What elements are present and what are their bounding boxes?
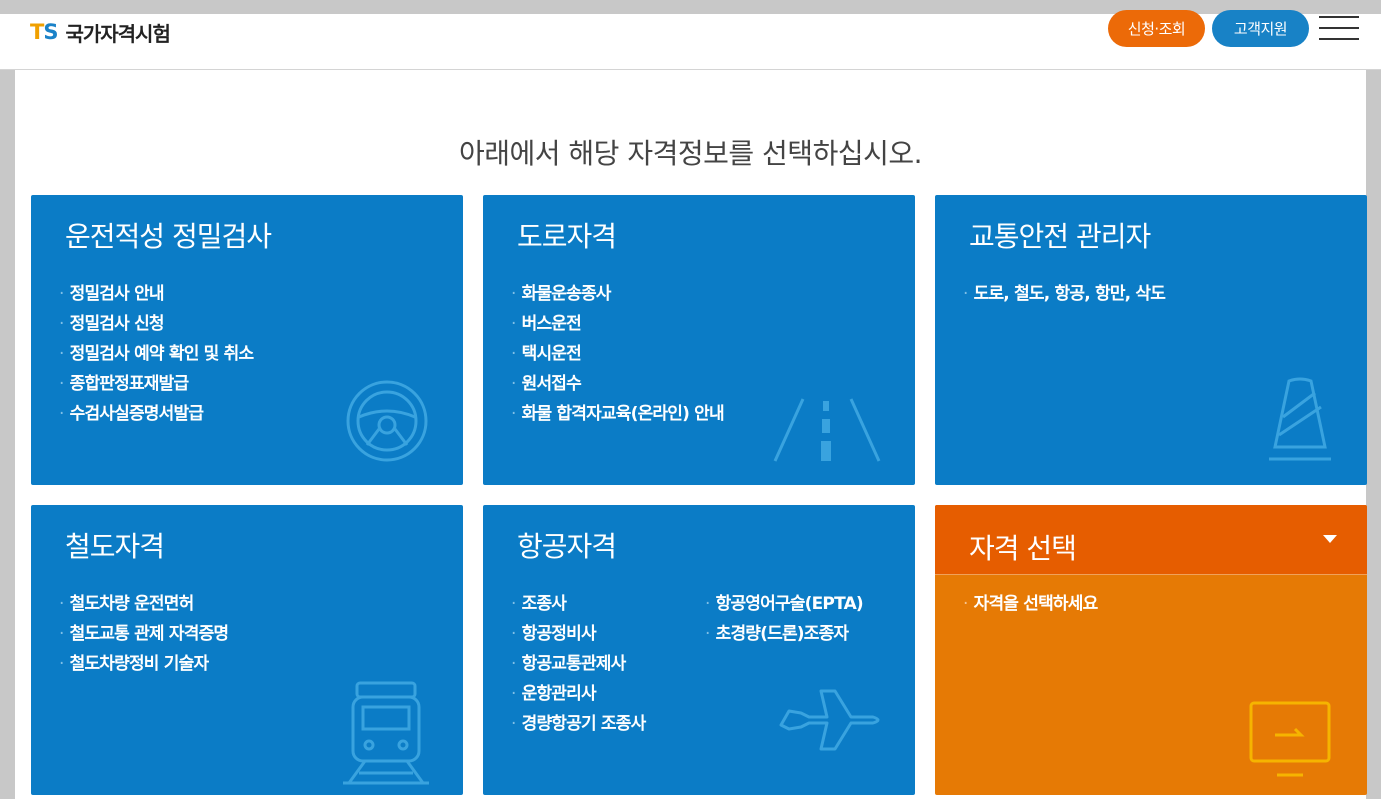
card-link[interactable]: 화물운송종사	[511, 279, 724, 309]
card-title: 철도자격	[65, 530, 165, 563]
steering-wheel-icon	[346, 380, 428, 462]
site-logo[interactable]: TS 국가자격시험	[30, 16, 171, 48]
card-link[interactable]: 철도차량정비 기술자	[59, 649, 228, 679]
card-link[interactable]: 조종사	[511, 589, 645, 619]
card-link[interactable]: 항공영어구술(EPTA)	[705, 589, 864, 619]
card-link[interactable]: 화물 합격자교육(온라인) 안내	[511, 399, 725, 429]
road-icon	[773, 398, 881, 462]
logo-text: 국가자격시험	[65, 21, 170, 46]
card-link-list: 자격을 선택하세요	[963, 589, 1099, 619]
card-link[interactable]: 경량항공기 조종사	[511, 709, 647, 739]
card-qualification-select: 자격 선택 자격을 선택하세요	[935, 505, 1367, 795]
card-link[interactable]: 철도교통 관제 자격증명	[59, 619, 229, 649]
logo-mark-t: T	[30, 20, 44, 44]
card-title: 운전적성 정밀검사	[65, 220, 272, 253]
card-link[interactable]: 수검사실증명서발급	[59, 399, 253, 429]
card-road-qualification: 도로자격 화물운송종사 버스운전 택시운전 원서접수 화물 합격자교육(온라인)…	[483, 195, 915, 485]
card-link[interactable]: 종합판정표재발급	[59, 369, 253, 399]
card-link-list: 화물운송종사 버스운전 택시운전 원서접수 화물 합격자교육(온라인) 안내	[511, 279, 725, 429]
card-link[interactable]: 정밀검사 안내	[59, 279, 253, 309]
card-link[interactable]: 정밀검사 신청	[59, 309, 253, 339]
card-link[interactable]: 택시운전	[511, 339, 724, 369]
card-link[interactable]: 운항관리사	[511, 679, 645, 709]
card-traffic-safety-manager: 교통안전 관리자 도로, 철도, 항공, 항만, 삭도	[935, 195, 1367, 485]
card-link[interactable]: 정밀검사 예약 확인 및 취소	[59, 339, 255, 369]
card-link-list: 정밀검사 안내 정밀검사 신청 정밀검사 예약 확인 및 취소 종합판정표재발급…	[59, 279, 255, 429]
card-link-list-right: 항공영어구술(EPTA) 초경량(드론)조종자	[705, 589, 864, 649]
card-link-list: 조종사 항공정비사 항공교통관제사 운항관리사 경량항공기 조종사	[511, 589, 647, 739]
page-heading: 아래에서 해당 자격정보를 선택하십시오.	[458, 137, 923, 170]
card-link[interactable]: 항공정비사	[511, 619, 645, 649]
hamburger-menu-icon[interactable]	[1319, 16, 1359, 40]
card-link[interactable]: 철도차량 운전면허	[59, 589, 228, 619]
card-title: 교통안전 관리자	[969, 220, 1151, 253]
card-link[interactable]: 자격을 선택하세요	[963, 589, 1099, 619]
monitor-icon	[1249, 701, 1331, 777]
card-link[interactable]: 버스운전	[511, 309, 724, 339]
site-header: TS 국가자격시험 신청·조회 고객지원	[0, 10, 1381, 70]
card-aviation-qualification: 항공자격 조종사 항공정비사 항공교통관제사 운항관리사 경량항공기 조종사 항…	[483, 505, 915, 795]
traffic-cone-icon	[1269, 377, 1331, 461]
airplane-icon	[779, 689, 880, 751]
card-title: 항공자격	[517, 530, 617, 563]
card-link-list: 도로, 철도, 항공, 항만, 삭도	[963, 279, 1166, 309]
card-title: 자격 선택	[969, 532, 1077, 565]
card-link[interactable]: 도로, 철도, 항공, 항만, 삭도	[963, 279, 1166, 309]
chevron-down-icon	[1323, 535, 1337, 543]
card-title: 도로자격	[517, 220, 617, 253]
card-link[interactable]: 항공교통관제사	[511, 649, 645, 679]
card-link[interactable]: 초경량(드론)조종자	[705, 619, 863, 649]
card-link-list: 철도차량 운전면허 철도교통 관제 자격증명 철도차량정비 기술자	[59, 589, 229, 679]
logo-mark-s: S	[43, 20, 58, 44]
card-link[interactable]: 원서접수	[511, 369, 724, 399]
apply-inquiry-button[interactable]: 신청·조회	[1108, 10, 1205, 47]
card-driving-aptitude: 운전적성 정밀검사 정밀검사 안내 정밀검사 신청 정밀검사 예약 확인 및 취…	[31, 195, 463, 485]
qualification-select-dropdown[interactable]: 자격 선택	[935, 505, 1367, 575]
card-railway-qualification: 철도자격 철도차량 운전면허 철도교통 관제 자격증명 철도차량정비 기술자	[31, 505, 463, 795]
customer-support-button[interactable]: 고객지원	[1212, 10, 1309, 47]
ts-logo-mark: TS	[30, 20, 58, 44]
train-icon	[343, 681, 429, 785]
